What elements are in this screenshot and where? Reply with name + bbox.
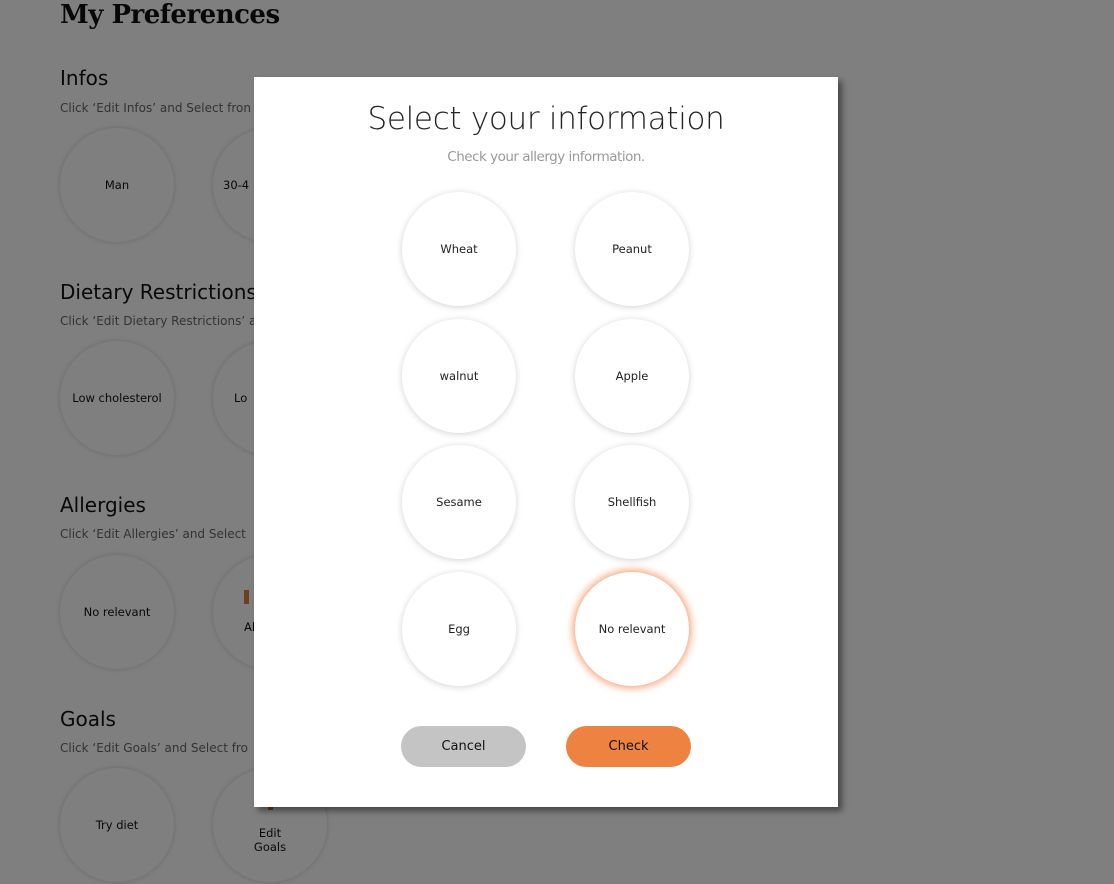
option-peanut[interactable]: Peanut [575, 192, 689, 306]
option-label: Shellfish [607, 495, 657, 509]
allergy-select-modal: Select your information Check your aller… [254, 77, 838, 807]
option-no-relevant[interactable]: No relevant [575, 572, 689, 686]
option-label: Wheat [440, 242, 478, 256]
option-apple[interactable]: Apple [575, 319, 689, 433]
modal-title: Select your information [367, 101, 725, 137]
option-walnut[interactable]: walnut [402, 319, 516, 433]
option-label: Apple [615, 369, 649, 383]
option-shellfish[interactable]: Shellfish [575, 445, 689, 559]
option-sesame[interactable]: Sesame [402, 445, 516, 559]
cancel-button[interactable]: Cancel [401, 726, 526, 767]
option-label: Sesame [436, 495, 482, 509]
option-egg[interactable]: Egg [402, 572, 516, 686]
modal-subtitle: Check your allergy information. [447, 149, 645, 165]
option-label: Egg [448, 622, 470, 636]
check-button[interactable]: Check [566, 726, 691, 767]
option-label: Peanut [612, 242, 652, 256]
option-wheat[interactable]: Wheat [402, 192, 516, 306]
option-label: walnut [439, 369, 479, 383]
option-label: No relevant [598, 622, 666, 636]
